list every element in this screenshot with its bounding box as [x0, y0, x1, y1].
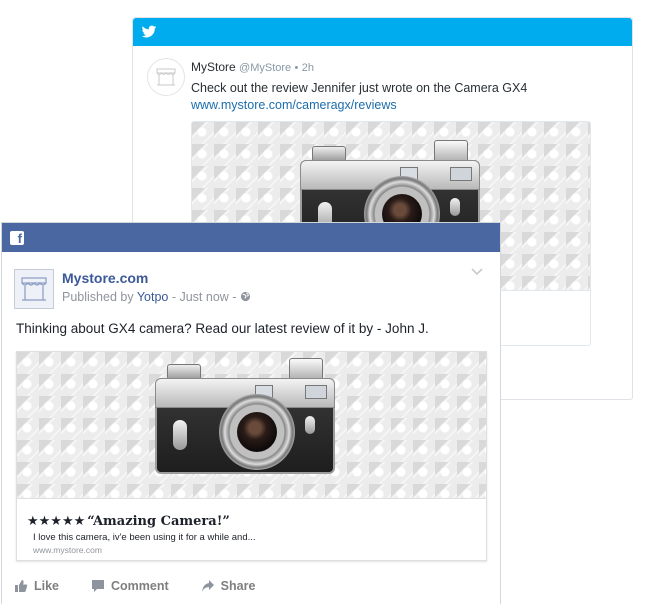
facebook-card: f Mystore.com Published by Yotpo - Just … [1, 222, 501, 604]
comment-icon [92, 580, 105, 592]
facebook-f-icon: f [10, 231, 24, 245]
camera-lens-glass [237, 412, 277, 452]
twitter-bird-icon [141, 25, 157, 38]
store-awning-icon [21, 277, 47, 301]
camera-knob [173, 420, 187, 450]
facebook-header-bar: f [2, 223, 500, 252]
share-icon [201, 580, 214, 592]
publisher-link[interactable]: Yotpo [137, 290, 169, 304]
share-button[interactable]: Share [201, 579, 256, 593]
link-preview-card[interactable]: ★★★★★ “Amazing Camera!” I love this camer… [16, 351, 487, 561]
published-time: - Just now - [171, 290, 237, 304]
like-button[interactable]: Like [14, 579, 59, 593]
like-label: Like [34, 579, 60, 593]
tweet-text: Check out the review Jennifer just wrote… [191, 81, 528, 95]
post-meta: Published by Yotpo - Just now - [62, 290, 251, 304]
published-prefix: Published by [62, 290, 134, 304]
tweet-author-name[interactable]: MyStore [191, 60, 236, 74]
camera-image [155, 358, 335, 478]
globe-icon [240, 291, 251, 302]
store-awning-icon [156, 68, 176, 86]
camera-knob [305, 416, 315, 434]
tweet-author-handle[interactable]: @MyStore [239, 62, 291, 74]
tweet-timestamp[interactable]: 2h [302, 62, 314, 74]
link-title: ★★★★★ “Amazing Camera!” [27, 514, 230, 529]
divider [17, 498, 486, 499]
chevron-down-icon[interactable] [470, 267, 484, 277]
comment-button[interactable]: Comment [91, 579, 169, 593]
tweet-header: MyStore @MyStore • 2h [191, 60, 314, 74]
page-name[interactable]: Mystore.com [62, 270, 148, 286]
link-description: I love this camera, iv'e been using it f… [33, 532, 256, 543]
camera-window [450, 167, 472, 181]
tweet-link[interactable]: www.mystore.com/cameragx/reviews [191, 98, 397, 112]
star-rating: ★★★★★ [27, 514, 86, 529]
comment-label: Comment [111, 579, 169, 593]
avatar[interactable] [14, 269, 54, 309]
twitter-header-bar [133, 18, 632, 46]
post-actions: Like Comment Share [14, 579, 287, 593]
link-domain: www.mystore.com [33, 545, 102, 555]
camera-knob [450, 198, 460, 216]
thumbs-up-icon [15, 580, 28, 592]
post-text: Thinking about GX4 camera? Read our late… [16, 321, 429, 336]
avatar[interactable] [147, 58, 185, 96]
link-title-text: “Amazing Camera!” [87, 514, 230, 529]
share-label: Share [220, 579, 256, 593]
separator-dot: • [294, 62, 299, 74]
camera-window [305, 385, 327, 399]
